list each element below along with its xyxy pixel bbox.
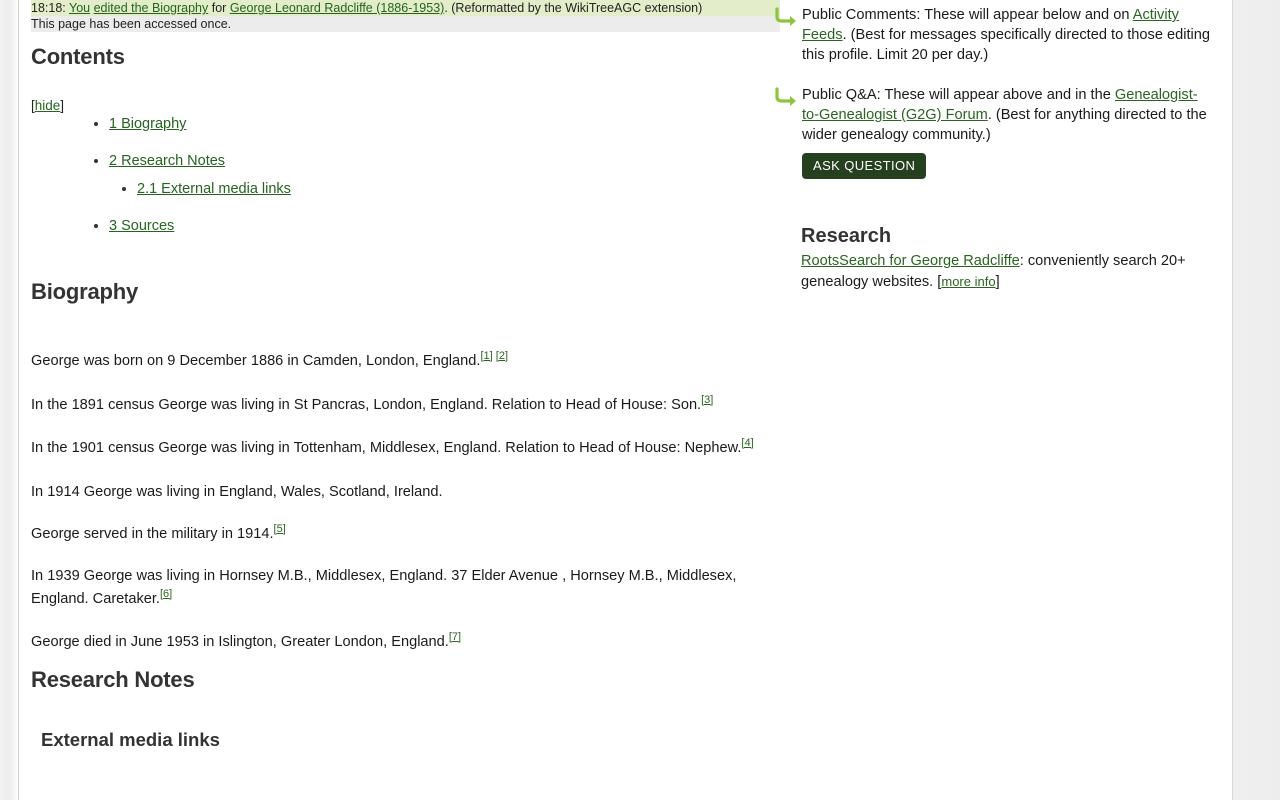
page-access-counter: This page has been accessed once. (31, 16, 780, 32)
reference-link-1[interactable]: [1] (480, 350, 492, 362)
reference-marker: [4] (741, 437, 753, 449)
edit-suffix-text: . (Reformatted by the WikiTreeAGC extens… (444, 1, 703, 15)
biography-paragraph: In 1939 George was living in Hornsey M.B… (31, 565, 771, 611)
reference-link-2[interactable]: [2] (496, 350, 508, 362)
public-comments-tail: . (Best for messages specifically direct… (802, 27, 1211, 63)
toc-link-research-notes[interactable]: 2 Research Notes (109, 153, 225, 169)
reference-link-4[interactable]: [4] (741, 437, 753, 449)
bracket-close: ] (60, 98, 65, 113)
biography-paragraph: In 1914 George was living in England, Wa… (31, 481, 771, 504)
curved-arrow-icon (774, 87, 800, 107)
list-item: 1 Biography (109, 116, 291, 132)
toc-hide-control: [hide] (31, 98, 64, 113)
public-comments-lead: Public Comments: These will appear below… (802, 7, 1133, 23)
reference-link-3[interactable]: [3] (701, 394, 713, 406)
paragraph-text: In 1914 George was living in England, Wa… (31, 483, 443, 500)
edit-activity-banner: 18:18: You edited the Biography for Geor… (31, 0, 780, 16)
curved-arrow-icon (774, 7, 800, 27)
contents-heading: Contents (31, 44, 125, 69)
reference-link-6[interactable]: [6] (160, 588, 172, 600)
edit-time: 18:18: (31, 1, 66, 15)
table-of-contents-sublist: 2.1 External media links (109, 181, 291, 197)
page-left-gutter (0, 0, 19, 800)
table-of-contents: 1 Biography 2 Research Notes 2.1 Externa… (71, 116, 291, 255)
reference-marker: [6] (160, 588, 172, 600)
public-comments-note: Public Comments: These will appear below… (775, 5, 1212, 65)
toc-hide-link[interactable]: hide (35, 98, 61, 113)
list-item: 3 Sources (109, 218, 291, 234)
paragraph-text: George was born on 9 December 1886 in Ca… (31, 352, 481, 369)
page-root: 18:18: You edited the Biography for Geor… (0, 0, 1280, 800)
research-notes-heading: Research Notes (31, 667, 195, 692)
biography-paragraph: George served in the military in 1914.[5… (31, 523, 771, 546)
reference-link-5[interactable]: [5] (274, 523, 286, 535)
external-media-links-heading: External media links (41, 729, 220, 750)
more-info-link[interactable]: more info (941, 274, 995, 289)
edit-actor-link[interactable]: You (69, 1, 90, 15)
public-qa-note: Public Q&A: These will appear above and … (775, 85, 1212, 179)
profile-name-link[interactable]: George Leonard Radcliffe (1886-1953) (230, 1, 445, 15)
research-close-bracket: ] (995, 273, 1000, 290)
toc-link-sources[interactable]: 3 Sources (109, 218, 174, 234)
page-content: 18:18: You edited the Biography for Geor… (20, 0, 1232, 800)
reference-link-7[interactable]: [7] (449, 631, 461, 643)
biography-paragraph: George was born on 9 December 1886 in Ca… (31, 350, 771, 373)
toc-link-biography[interactable]: 1 Biography (109, 116, 186, 132)
list-item: 2.1 External media links (137, 181, 291, 197)
public-qa-lead: Public Q&A: These will appear above and … (802, 87, 1115, 103)
edit-for-word: for (211, 1, 227, 15)
paragraph-text: George served in the military in 1914. (31, 525, 274, 542)
page-right-gutter (1232, 0, 1280, 800)
biography-paragraph: In the 1891 census George was living in … (31, 394, 771, 417)
paragraph-text: In 1939 George was living in Hornsey M.B… (31, 567, 737, 607)
paragraph-text: In the 1901 census George was living in … (31, 439, 742, 456)
reference-marker: [5] (274, 523, 286, 535)
biography-paragraph: George died in June 1953 in Islington, G… (31, 631, 771, 654)
research-heading: Research (801, 225, 892, 247)
list-item: 2 Research Notes 2.1 External media link… (109, 153, 291, 197)
biography-paragraph: In the 1901 census George was living in … (31, 437, 771, 460)
toc-link-external-media-links[interactable]: 2.1 External media links (137, 181, 291, 197)
page-access-text: This page has been accessed once. (31, 17, 232, 31)
paragraph-text: In the 1891 census George was living in … (31, 396, 702, 413)
edited-biography-link[interactable]: edited the Biography (94, 1, 209, 15)
rootssearch-link[interactable]: RootsSearch for George Radcliffe (801, 253, 1020, 269)
paragraph-text: George died in June 1953 in Islington, G… (31, 633, 449, 650)
reference-marker: [7] (449, 631, 461, 643)
reference-marker: [1] [2] (480, 350, 508, 362)
research-description: RootsSearch for George Radcliffe: conven… (801, 251, 1201, 292)
reference-marker: [3] (701, 394, 713, 406)
biography-heading: Biography (31, 279, 138, 304)
ask-question-button[interactable]: ASK QUESTION (802, 153, 927, 179)
